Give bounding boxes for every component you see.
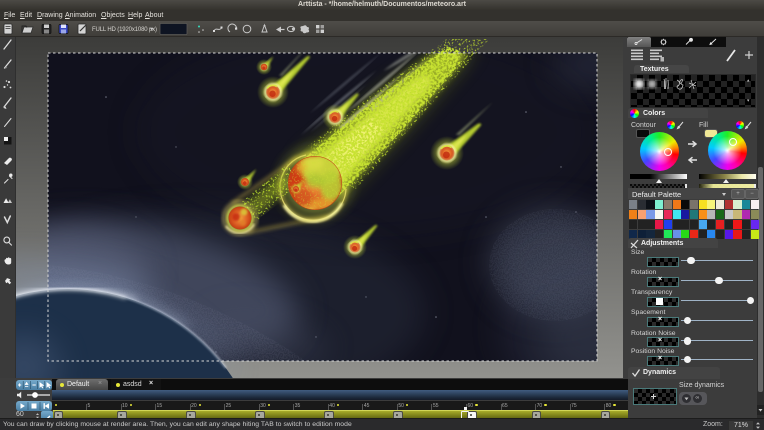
svg-text:FULL HD (1920x1080 px): FULL HD (1920x1080 px) xyxy=(92,27,157,33)
